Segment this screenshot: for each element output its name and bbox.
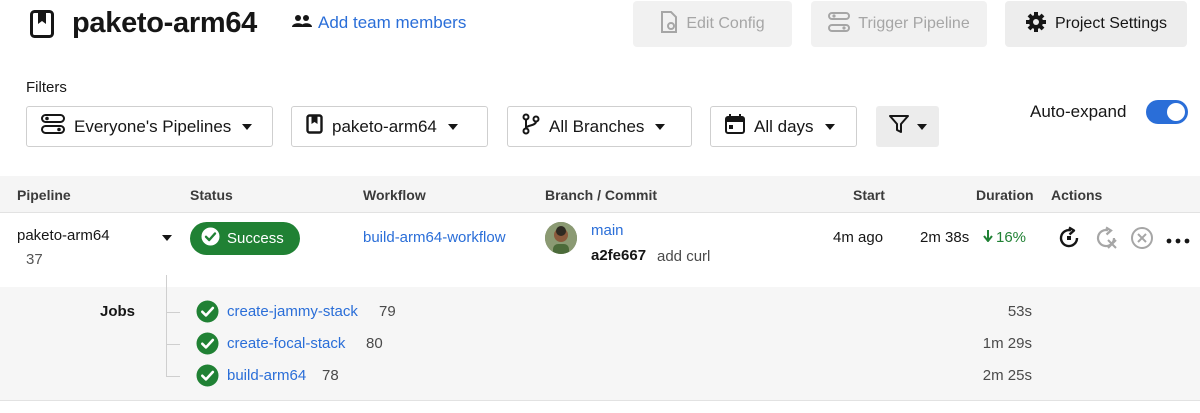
branch-icon bbox=[522, 113, 540, 140]
rerun-icon bbox=[1057, 225, 1081, 255]
rerun-button[interactable] bbox=[1056, 225, 1082, 255]
add-team-members-label: Add team members bbox=[318, 13, 467, 32]
pipelines-filter-dropdown[interactable]: Everyone's Pipelines bbox=[26, 106, 273, 147]
project-settings-button[interactable]: Project Settings bbox=[1005, 1, 1187, 47]
job-number: 79 bbox=[379, 303, 396, 320]
pipeline-icon bbox=[828, 11, 851, 37]
status-label: Success bbox=[227, 230, 284, 247]
success-check-icon bbox=[196, 364, 219, 387]
filters-label: Filters bbox=[26, 79, 67, 96]
duration-change-value: 16% bbox=[996, 229, 1027, 246]
more-actions-button[interactable] bbox=[1165, 227, 1191, 253]
edit-config-button[interactable]: Edit Config bbox=[633, 1, 792, 47]
column-header-status: Status bbox=[190, 187, 233, 203]
branch-link[interactable]: main bbox=[591, 222, 624, 239]
more-horizontal-icon bbox=[1166, 231, 1190, 249]
funnel-icon bbox=[888, 114, 909, 139]
rerun-failed-button[interactable] bbox=[1093, 226, 1119, 255]
auto-expand-label: Auto-expand bbox=[1030, 102, 1127, 121]
column-header-branch-commit: Branch / Commit bbox=[545, 187, 658, 203]
check-circle-icon bbox=[201, 227, 220, 250]
days-filter-dropdown[interactable]: All days bbox=[710, 106, 857, 147]
pipeline-name: paketo-arm64 bbox=[17, 227, 110, 244]
gear-icon bbox=[1025, 11, 1047, 38]
tree-branch-line bbox=[166, 312, 180, 313]
branches-filter-value: All Branches bbox=[549, 116, 645, 136]
job-duration: 53s bbox=[1007, 303, 1032, 320]
commit-hash[interactable]: a2fe667 bbox=[591, 247, 646, 264]
chevron-down-icon bbox=[447, 123, 458, 130]
job-number: 80 bbox=[366, 335, 383, 352]
project-title: paketo-arm64 bbox=[72, 7, 257, 39]
job-number: 78 bbox=[322, 367, 339, 384]
edit-config-label: Edit Config bbox=[686, 15, 765, 32]
project-bookmark-icon bbox=[30, 10, 54, 38]
bookmark-icon bbox=[306, 114, 323, 139]
status-badge: Success bbox=[190, 222, 300, 255]
column-header-duration: Duration bbox=[976, 187, 1034, 203]
tree-branch-line bbox=[166, 376, 180, 377]
branches-filter-dropdown[interactable]: All Branches bbox=[507, 106, 692, 147]
collapse-caret-icon[interactable] bbox=[162, 235, 172, 241]
job-duration: 1m 29s bbox=[982, 335, 1032, 352]
trigger-pipeline-label: Trigger Pipeline bbox=[858, 15, 970, 32]
job-duration: 2m 25s bbox=[982, 367, 1032, 384]
start-time: 4m ago bbox=[833, 229, 884, 246]
pipeline-icon bbox=[41, 114, 65, 139]
duration-value: 2m 38s bbox=[920, 229, 970, 246]
add-team-members-link[interactable]: Add team members bbox=[292, 13, 466, 33]
commit-message: add curl bbox=[657, 248, 711, 265]
days-filter-value: All days bbox=[754, 116, 814, 136]
trigger-pipeline-button[interactable]: Trigger Pipeline bbox=[811, 1, 987, 47]
chevron-down-icon bbox=[916, 123, 927, 130]
duration-change: 16% bbox=[983, 229, 1026, 246]
people-icon bbox=[292, 13, 312, 33]
cancel-button[interactable] bbox=[1129, 226, 1155, 255]
toggle-knob bbox=[1167, 103, 1185, 121]
avatar bbox=[545, 222, 577, 254]
jobs-label: Jobs bbox=[100, 303, 136, 320]
success-check-icon bbox=[196, 300, 219, 323]
job-link[interactable]: create-focal-stack bbox=[227, 335, 345, 352]
column-header-pipeline: Pipeline bbox=[17, 187, 71, 203]
column-header-actions: Actions bbox=[1051, 187, 1103, 203]
workflow-link[interactable]: build-arm64-workflow bbox=[363, 229, 506, 246]
tree-connector bbox=[166, 275, 167, 377]
arrow-down-icon bbox=[983, 229, 993, 246]
chevron-down-icon bbox=[824, 123, 835, 130]
pipelines-filter-value: Everyone's Pipelines bbox=[74, 116, 232, 136]
close-circle-icon bbox=[1130, 226, 1154, 255]
project-filter-value: paketo-arm64 bbox=[332, 116, 437, 136]
column-header-workflow: Workflow bbox=[363, 187, 426, 203]
pipeline-number: 37 bbox=[26, 251, 43, 268]
project-filter-dropdown[interactable]: paketo-arm64 bbox=[291, 106, 488, 147]
divider bbox=[0, 400, 1200, 401]
calendar-icon bbox=[725, 114, 745, 139]
tree-branch-line bbox=[166, 344, 180, 345]
job-link[interactable]: build-arm64 bbox=[227, 367, 306, 384]
auto-expand-toggle[interactable] bbox=[1146, 100, 1188, 124]
rerun-failed-icon bbox=[1094, 226, 1118, 255]
job-link[interactable]: create-jammy-stack bbox=[227, 303, 358, 320]
success-check-icon bbox=[196, 332, 219, 355]
column-header-start: Start bbox=[853, 187, 885, 203]
more-filters-button[interactable] bbox=[876, 106, 939, 147]
file-settings-icon bbox=[660, 10, 678, 38]
project-settings-label: Project Settings bbox=[1054, 15, 1168, 32]
chevron-down-icon bbox=[655, 123, 666, 130]
chevron-down-icon bbox=[242, 123, 253, 130]
